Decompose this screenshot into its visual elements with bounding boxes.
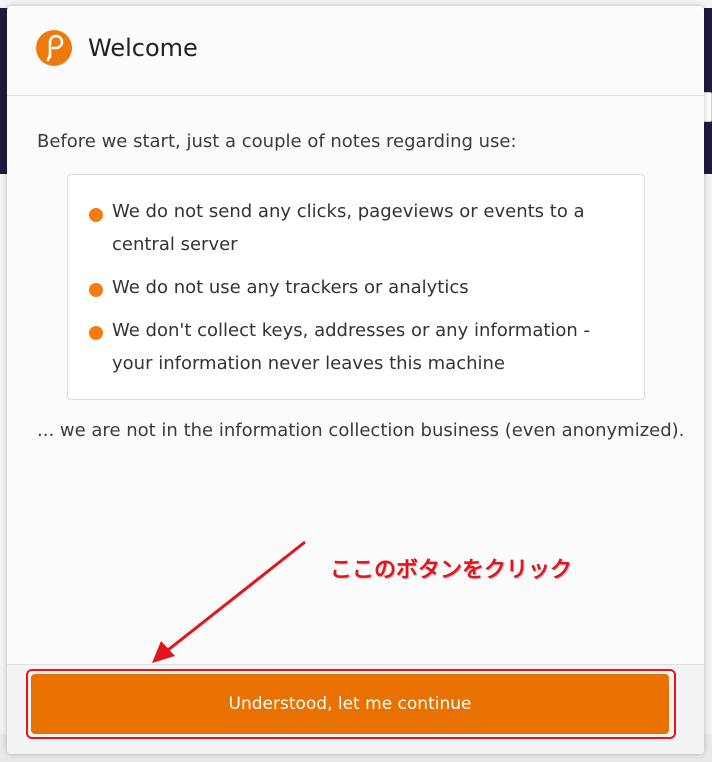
welcome-modal: Welcome Before we start, just a couple o… <box>7 6 704 754</box>
intro-text: Before we start, just a couple of notes … <box>37 131 517 152</box>
note-item-no-trackers: We do not use any trackers or analytics <box>112 277 469 298</box>
bullet-icon <box>89 283 103 297</box>
background-app-header-right <box>704 8 712 174</box>
note-item-no-data-collection: We don't collect keys, addresses or any … <box>112 320 591 374</box>
annotation-label: ここのボタンをクリック <box>330 558 573 583</box>
background-panel-right <box>704 174 712 734</box>
bullet-icon <box>89 208 103 222</box>
modal-header: Welcome <box>7 6 704 96</box>
outro-text: ... we are not in the information collec… <box>37 420 685 441</box>
bullet-icon <box>89 326 103 340</box>
polkadot-logo-icon <box>36 30 72 66</box>
modal-title: Welcome <box>88 34 198 62</box>
notes-box: We do not send any clicks, pageviews or … <box>67 174 645 400</box>
understood-continue-button[interactable]: Understood, let me continue <box>31 674 669 734</box>
note-item-no-server: We do not send any clicks, pageviews or … <box>112 201 585 255</box>
